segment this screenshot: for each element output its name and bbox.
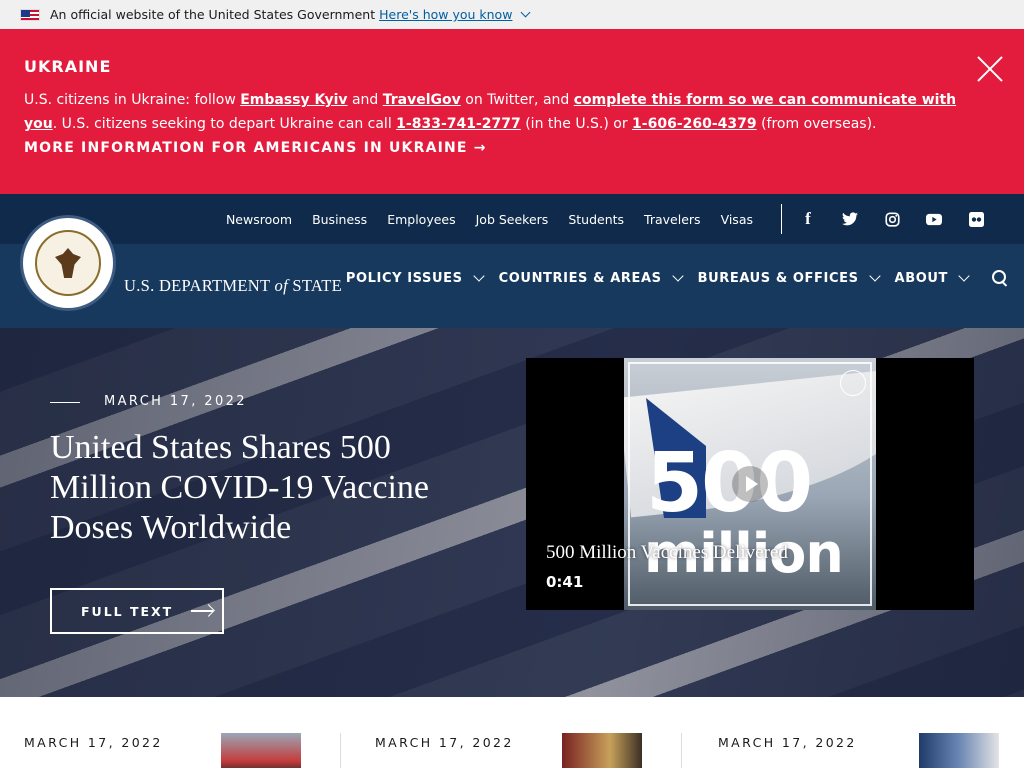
full-text-label: FULL TEXT <box>81 603 174 619</box>
news-card-date: MARCH 17, 2022 <box>375 735 514 750</box>
nav-policy-issues[interactable]: POLICY ISSUES <box>345 270 485 286</box>
nav-label: BUREAUS & OFFICES <box>697 271 859 286</box>
instagram-icon[interactable] <box>884 211 900 227</box>
utility-bar: Newsroom Business Employees Job Seekers … <box>0 194 1024 244</box>
dept-name-suffix: STATE <box>287 276 343 295</box>
alert-text-5: (in the U.S.) or <box>520 116 633 132</box>
hero-title[interactable]: United States Shares 500 Million COVID-1… <box>50 428 430 548</box>
gov-banner: An official website of the United States… <box>0 0 1024 29</box>
video-duration: 0:41 <box>546 573 584 591</box>
dept-name-prefix: U.S. DEPARTMENT <box>124 276 275 295</box>
full-text-button[interactable]: FULL TEXT <box>50 588 224 634</box>
alert-text-4: . U.S. citizens seeking to depart Ukrain… <box>52 116 397 132</box>
site-header: Newsroom Business Employees Job Seekers … <box>0 194 1024 328</box>
utility-link-travelers[interactable]: Travelers <box>644 212 701 227</box>
us-flag-icon <box>20 8 40 21</box>
utility-link-students[interactable]: Students <box>568 212 624 227</box>
search-icon[interactable] <box>992 270 1008 286</box>
thumbnail-number: 500 <box>646 436 813 531</box>
embassy-kyiv-link[interactable]: Embassy Kyiv <box>240 92 347 108</box>
nav-label: COUNTRIES & AREAS <box>498 271 662 286</box>
eagle-icon <box>55 248 81 278</box>
nav-countries-areas[interactable]: COUNTRIES & AREAS <box>498 270 684 286</box>
chevron-down-icon <box>958 270 970 282</box>
video-player[interactable]: 500 million 500 Million Vaccines Deliver… <box>526 358 974 610</box>
hero-section: MARCH 17, 2022 United States Shares 500 … <box>0 328 1024 697</box>
play-icon[interactable] <box>732 466 768 502</box>
news-card-thumbnail[interactable] <box>221 733 301 768</box>
news-card-thumbnail[interactable] <box>562 733 642 768</box>
utility-divider <box>781 204 782 234</box>
utility-nav: Newsroom Business Employees Job Seekers … <box>226 212 753 227</box>
seal-inner <box>35 230 101 296</box>
news-card-date: MARCH 17, 2022 <box>24 735 163 750</box>
twitter-icon[interactable] <box>842 211 858 227</box>
nav-label: POLICY ISSUES <box>345 271 463 286</box>
news-card[interactable]: MARCH 17, 2022 <box>341 697 682 768</box>
youtube-icon[interactable] <box>926 211 942 227</box>
seal-badge-icon <box>840 370 866 396</box>
nav-about[interactable]: ABOUT <box>894 270 970 286</box>
news-card-date: MARCH 17, 2022 <box>718 735 857 750</box>
chevron-down-icon <box>472 270 485 282</box>
phone-us-link[interactable]: 1-833-741-2777 <box>396 116 521 132</box>
utility-link-business[interactable]: Business <box>312 212 367 227</box>
phone-overseas-link[interactable]: 1-606-260-4379 <box>632 116 757 132</box>
department-name[interactable]: U.S. DEPARTMENT of STATE <box>124 276 342 296</box>
alert-text-6: (from overseas). <box>756 116 877 132</box>
utility-link-newsroom[interactable]: Newsroom <box>226 212 292 227</box>
travelgov-link[interactable]: TravelGov <box>383 92 461 108</box>
alert-text-2: and <box>347 92 383 108</box>
nav-label: ABOUT <box>894 271 948 286</box>
heres-how-you-know-link[interactable]: Here's how you know <box>379 7 512 22</box>
news-card-thumbnail[interactable] <box>919 733 999 768</box>
ukraine-alert: UKRAINE U.S. citizens in Ukraine: follow… <box>0 29 1024 194</box>
news-card[interactable]: MARCH 17, 2022 <box>682 697 1023 768</box>
gov-banner-text: An official website of the United States… <box>50 7 376 22</box>
main-nav: POLICY ISSUES COUNTRIES & AREAS BUREAUS … <box>345 270 970 286</box>
chevron-down-icon <box>671 270 684 282</box>
nav-bureaus-offices[interactable]: BUREAUS & OFFICES <box>697 270 881 286</box>
utility-link-visas[interactable]: Visas <box>721 212 753 227</box>
dept-name-of: of <box>274 276 288 295</box>
hero-date: MARCH 17, 2022 <box>104 394 247 409</box>
news-cards: MARCH 17, 2022 MARCH 17, 2022 MARCH 17, … <box>0 697 1024 768</box>
hero-rule <box>50 402 80 403</box>
video-title: 500 Million Vaccines Delivered <box>546 542 788 563</box>
utility-link-employees[interactable]: Employees <box>387 212 455 227</box>
arrow-right-icon <box>191 610 214 612</box>
chevron-down-icon <box>868 270 881 282</box>
alert-body: U.S. citizens in Ukraine: follow Embassy… <box>24 88 964 136</box>
utility-link-job-seekers[interactable]: Job Seekers <box>476 212 549 227</box>
flickr-icon[interactable] <box>968 211 984 227</box>
social-links: f <box>800 209 984 228</box>
alert-text-3: on Twitter, and <box>460 92 574 108</box>
state-department-seal[interactable] <box>20 215 116 311</box>
alert-text-1: U.S. citizens in Ukraine: follow <box>24 92 241 108</box>
chevron-down-icon[interactable] <box>520 7 531 18</box>
alert-title: UKRAINE <box>24 57 112 76</box>
close-icon[interactable] <box>976 55 1004 83</box>
facebook-icon[interactable]: f <box>800 209 816 228</box>
more-info-link[interactable]: MORE INFORMATION FOR AMERICANS IN UKRAIN… <box>24 136 1000 160</box>
news-card[interactable]: MARCH 17, 2022 <box>0 697 341 768</box>
